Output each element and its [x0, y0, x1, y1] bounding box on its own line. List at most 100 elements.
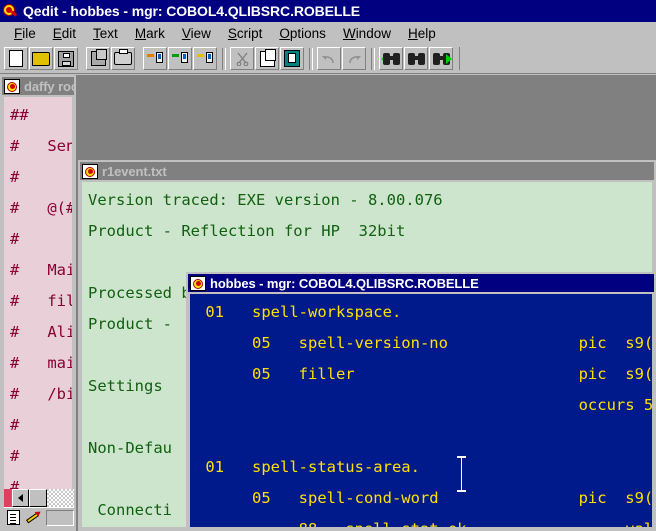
open-folder-icon	[32, 51, 50, 66]
save-all-button[interactable]	[86, 47, 110, 70]
menu-view-mnemonic: V	[181, 25, 191, 41]
toolbar-empty-area	[459, 47, 656, 70]
window-r1event-title: r1event.txt	[102, 163, 167, 179]
menu-help-label: elp	[417, 25, 436, 41]
new-file-button[interactable]	[4, 47, 28, 70]
aliases-status-pane	[46, 509, 74, 526]
menu-mark[interactable]: Mark	[127, 25, 174, 42]
cobol-line: 88 spell-stat-ok value	[196, 520, 652, 527]
menu-window[interactable]: Window	[335, 25, 400, 42]
open-file-button[interactable]	[29, 47, 53, 70]
hobbes-cobol-text[interactable]: 01 spell-workspace. 05 spell-version-no …	[190, 294, 652, 527]
toolbar-separator-3	[371, 47, 375, 70]
aliases-horizontal-scrollbar[interactable]	[4, 489, 74, 507]
save-file-button[interactable]	[54, 47, 78, 70]
window-aliases-titlebar[interactable]: daffy root: /etc/mail/aliases	[2, 77, 74, 95]
menu-text-mnemonic: T	[93, 25, 100, 41]
window-aliases-body[interactable]: ## # Sendmail Alias File # # @(# # # Mai…	[4, 97, 72, 527]
redo-arrow-icon	[349, 55, 361, 63]
document-q-icon[interactable]	[4, 78, 20, 94]
window-hobbes-body[interactable]: 01 spell-workspace. 05 spell-version-no …	[190, 294, 652, 527]
window-r1event-titlebar[interactable]: r1event.txt	[80, 162, 654, 180]
cut-button[interactable]	[230, 47, 254, 70]
aliases-line: # Ali	[10, 323, 72, 341]
find-next-button[interactable]	[429, 47, 453, 70]
aliases-scroll-left-button[interactable]	[12, 489, 29, 507]
aliases-scroll-track[interactable]	[47, 489, 74, 507]
r1event-line: Non-Defau	[88, 439, 172, 457]
find-previous-button[interactable]	[379, 47, 403, 70]
cobol-line: occurs 57	[196, 396, 652, 414]
aliases-line: # fil	[10, 292, 72, 310]
menu-script[interactable]: Script	[220, 25, 272, 42]
cobol-line: 01 spell-status-area.	[196, 458, 420, 476]
menu-script-mnemonic: S	[227, 25, 237, 41]
document-q-icon[interactable]	[190, 275, 206, 291]
menu-text[interactable]: Text	[85, 25, 127, 42]
window-aliases-title: daffy root: /etc/mail/aliases	[24, 78, 74, 94]
toolbar-gap-2	[136, 47, 143, 70]
redo-button[interactable]	[342, 47, 366, 70]
window-hobbes[interactable]: hobbes - mgr: COBOL4.QLIBSRC.ROBELLE 01 …	[186, 272, 656, 531]
main-toolbar	[0, 44, 656, 74]
host-session-button[interactable]	[193, 47, 217, 70]
menu-options-mnemonic: O	[279, 25, 290, 41]
qedit-application-window: Qedit - hobbes - mgr: COBOL4.QLIBSRC.ROB…	[0, 0, 656, 531]
aliases-line: #	[10, 230, 20, 248]
cobol-line: 05 spell-version-no pic s9(4)	[196, 334, 652, 352]
undo-button[interactable]	[317, 47, 341, 70]
pencil-icon[interactable]	[25, 509, 43, 525]
clipboard-paste-icon	[284, 50, 300, 67]
aliases-line: # >	[10, 447, 20, 465]
menu-view-label: iew	[190, 25, 211, 41]
menubar: File Edit Text Mark View Script Options …	[0, 22, 656, 44]
menu-file[interactable]: File	[6, 25, 45, 42]
print-button[interactable]	[111, 47, 135, 70]
host-connect-button[interactable]	[143, 47, 167, 70]
menu-text-label: ext	[99, 25, 118, 41]
cobol-line: 05 spell-cond-word pic s9(4)	[196, 489, 652, 507]
aliases-line: # Sendmail Alias File	[10, 137, 72, 155]
menu-edit-label: dit	[61, 25, 77, 41]
menu-edit-mnemonic: E	[52, 25, 62, 41]
aliases-line: #	[10, 416, 20, 434]
aliases-text[interactable]: ## # Sendmail Alias File # # @(# # # Mai…	[4, 97, 72, 527]
menu-window-label: indow	[355, 25, 391, 41]
r1event-line: Product -	[88, 315, 172, 333]
r1event-line: Version traced: EXE version - 8.00.076	[88, 191, 443, 209]
copy-pages-icon	[259, 48, 276, 67]
menu-file-mnemonic: F	[14, 25, 23, 41]
menu-window-mnemonic: W	[342, 25, 356, 41]
aliases-line: ##	[10, 106, 29, 124]
menu-help[interactable]: Help	[400, 25, 445, 42]
floppy-save-icon	[58, 50, 74, 67]
paste-button[interactable]	[280, 47, 304, 70]
scissors-icon	[236, 52, 248, 66]
menu-mark-label: ark	[146, 25, 165, 41]
aliases-scroll-thumb[interactable]	[29, 489, 47, 507]
window-hobbes-titlebar[interactable]: hobbes - mgr: COBOL4.QLIBSRC.ROBELLE	[188, 274, 654, 292]
document-q-icon[interactable]	[82, 163, 98, 179]
qedit-logo-icon[interactable]	[2, 3, 18, 19]
window-aliases[interactable]: daffy root: /etc/mail/aliases ## # Sendm…	[0, 75, 76, 531]
document-icon[interactable]	[7, 510, 20, 525]
aliases-line: # /bi	[10, 385, 72, 403]
aliases-scroll-marker	[4, 489, 12, 507]
menu-options[interactable]: Options	[271, 25, 335, 42]
toolbar-separator-2	[309, 47, 313, 70]
save-all-icon	[90, 49, 107, 66]
menu-view[interactable]: View	[174, 25, 220, 42]
aliases-line: # Mai	[10, 261, 72, 279]
aliases-statusbar	[4, 507, 74, 527]
host-disconnect-button[interactable]	[168, 47, 192, 70]
find-button[interactable]	[404, 47, 428, 70]
toolbar-separator-1	[222, 47, 226, 70]
toolbar-gap-1	[79, 47, 86, 70]
host-terminal-orange-icon	[147, 51, 163, 67]
aliases-line: # mai	[10, 354, 72, 372]
aliases-line: # @(#	[10, 199, 72, 217]
copy-button[interactable]	[255, 47, 279, 70]
binoculars-left-arrow-icon	[380, 52, 400, 65]
aliases-line: #	[10, 168, 20, 186]
menu-edit[interactable]: Edit	[45, 25, 85, 42]
